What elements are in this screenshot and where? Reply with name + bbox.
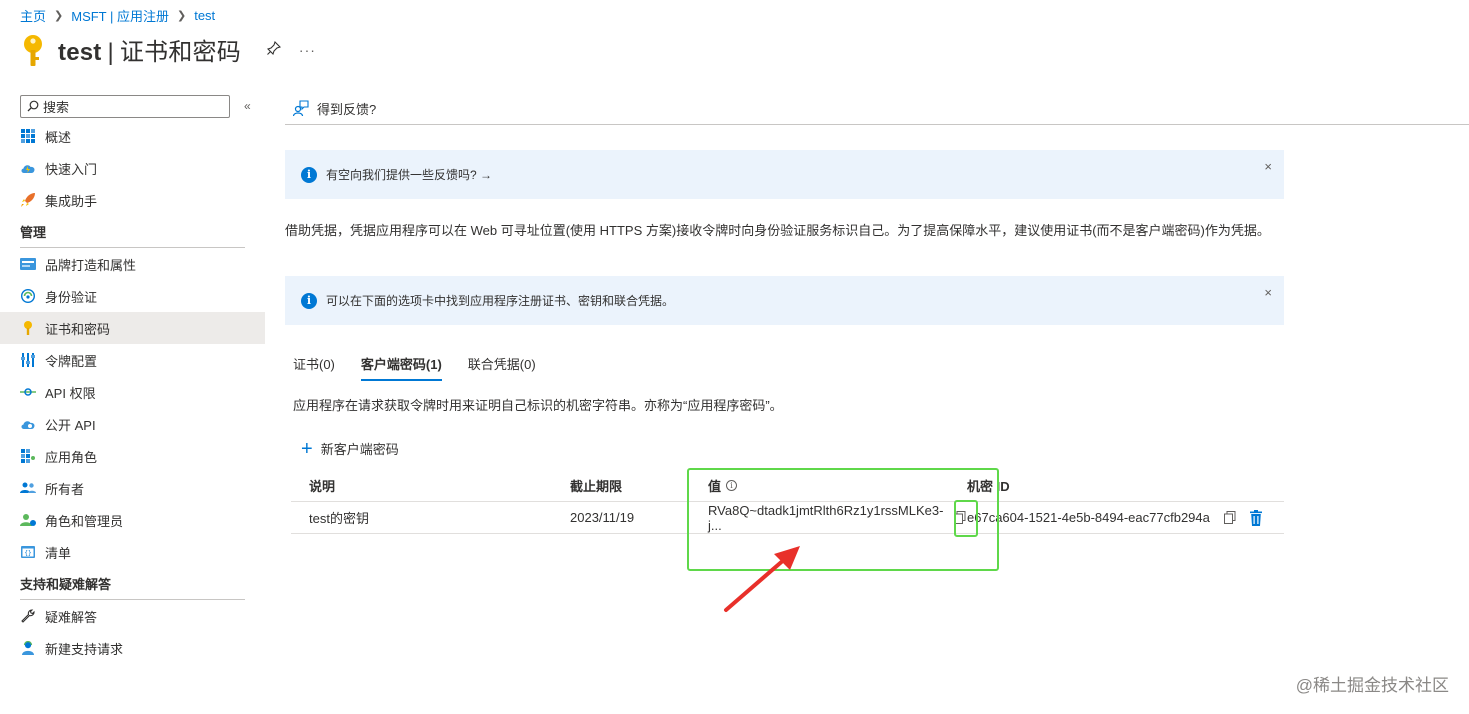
pin-icon[interactable] [266, 40, 281, 58]
feedback-button[interactable]: 得到反馈? [317, 99, 376, 118]
sidebar-item-api-permissions[interactable]: API 权限 [0, 376, 265, 408]
sidebar-item-quickstart[interactable]: 快速入门 [0, 152, 265, 184]
main-content: 得到反馈? i 有空向我们提供一些反馈吗? → × 借助凭据，凭据应用程序可以在… [285, 92, 1469, 534]
search-icon [27, 100, 39, 112]
sidebar-item-token-configuration[interactable]: 令牌配置 [0, 344, 265, 376]
breadcrumb-home[interactable]: 主页 [20, 6, 46, 25]
breadcrumb-current[interactable]: test [194, 8, 215, 23]
sidebar-item-manifest[interactable]: {} 清单 [0, 536, 265, 568]
sidebar-item-troubleshooting[interactable]: 疑难解答 [0, 600, 265, 632]
column-header-description: 说明 [309, 479, 336, 494]
app-roles-icon [20, 448, 36, 464]
roles-admins-icon [20, 512, 36, 528]
close-icon[interactable]: × [1264, 159, 1272, 174]
page-title: test | 证书和密码 [58, 39, 241, 66]
info-icon: i [301, 166, 317, 183]
sidebar-item-authentication[interactable]: 身份验证 [0, 280, 265, 312]
secret-id: e67ca604-1521-4e5b-8494-eac77cfb294a [967, 510, 1210, 525]
wrench-icon [20, 608, 36, 624]
tab-federated-credentials[interactable]: 联合凭据(0) [468, 354, 536, 379]
manifest-icon: {} [20, 544, 36, 560]
support-person-icon [20, 640, 36, 656]
sidebar-item-integration-assistant[interactable]: 集成助手 [0, 184, 265, 216]
new-client-secret-button[interactable]: + 新客户端密码 [301, 437, 399, 460]
feedback-person-icon [292, 100, 309, 117]
command-bar: 得到反馈? [285, 92, 1469, 125]
breadcrumb: 主页 ❯ MSFT | 应用注册 ❯ test [20, 6, 215, 25]
close-icon[interactable]: × [1264, 285, 1272, 300]
column-header-expires: 截止期限 [570, 479, 623, 494]
tab-certificates[interactable]: 证书(0) [293, 354, 335, 379]
sidebar-item-roles-admins[interactable]: 角色和管理员 [0, 504, 265, 536]
owners-icon [20, 480, 36, 496]
column-header-secret-id: 机密 ID [967, 479, 1010, 494]
tabs-hint-text: 可以在下面的选项卡中找到应用程序注册证书、密钥和联合凭据。 [326, 294, 675, 308]
info-icon: i [301, 292, 317, 309]
sidebar-item-new-support-request[interactable]: 新建支持请求 [0, 632, 265, 664]
watermark: @稀土掘金技术社区 [1295, 676, 1449, 695]
tab-client-secrets[interactable]: 客户端密码(1) [360, 354, 442, 381]
credentials-description: 借助凭据，凭据应用程序可以在 Web 可寻址位置(使用 HTTPS 方案)接收令… [285, 223, 1270, 238]
tab-description: 应用程序在请求获取令牌时用来证明自己标识的机密字符串。亦称为“应用程序密码”。 [293, 398, 783, 413]
sidebar-search-row: 搜索 « [0, 92, 265, 120]
credential-tabs: 证书(0) 客户端密码(1) 联合凭据(0) [293, 354, 562, 381]
feedback-banner: i 有空向我们提供一些反馈吗? → × [285, 150, 1284, 199]
chevron-right-icon: ❯ [176, 10, 187, 22]
feedback-banner-link[interactable]: 有空向我们提供一些反馈吗? → [326, 166, 492, 183]
tabs-hint-banner: i 可以在下面的选项卡中找到应用程序注册证书、密钥和联合凭据。 × [285, 276, 1284, 325]
sidebar-item-app-roles[interactable]: 应用角色 [0, 440, 265, 472]
secret-description: test的密钥 [309, 511, 369, 526]
sidebar-item-expose-api[interactable]: 公开 API [0, 408, 265, 440]
annotation-arrow [724, 546, 800, 612]
api-permission-icon [20, 384, 36, 400]
authentication-icon [20, 288, 36, 304]
secret-expires: 2023/11/19 [570, 510, 635, 525]
copy-highlight-box [954, 500, 978, 537]
sidebar-item-branding[interactable]: 品牌打造和属性 [0, 248, 265, 280]
svg-text:{}: {} [24, 550, 31, 557]
plus-icon: + [301, 437, 313, 460]
trash-icon[interactable] [1249, 509, 1264, 526]
rocket-icon [20, 192, 36, 208]
sidebar-item-certificates-secrets[interactable]: 证书和密码 [0, 312, 265, 344]
page-header: test | 证书和密码 ··· [20, 32, 316, 67]
sidebar: 搜索 « 概述 快速入门 集成助手 管理 品牌打造和属性 身份验证 证书和密码 … [0, 92, 265, 664]
copy-icon[interactable] [1223, 510, 1238, 525]
key-icon [20, 33, 46, 67]
breadcrumb-app[interactable]: MSFT | 应用注册 [71, 6, 169, 25]
more-options-button[interactable]: ··· [299, 42, 316, 58]
grid-icon [20, 128, 36, 144]
secret-id-cell: e67ca604-1521-4e5b-8494-eac77cfb294a [967, 509, 1284, 526]
sidebar-section-manage: 管理 [0, 216, 265, 248]
sidebar-item-overview[interactable]: 概述 [0, 120, 265, 152]
sidebar-search-input[interactable]: 搜索 [20, 94, 230, 118]
sidebar-item-owners[interactable]: 所有者 [0, 472, 265, 504]
chevron-right-icon: ❯ [54, 10, 64, 22]
branding-icon [20, 256, 36, 272]
cloud-api-icon [20, 416, 36, 432]
cloud-lightning-icon [20, 160, 36, 176]
sidebar-section-support: 支持和疑难解答 [0, 568, 265, 600]
key-icon [20, 320, 36, 336]
token-bars-icon [20, 352, 36, 368]
collapse-sidebar-button[interactable]: « [244, 99, 251, 113]
